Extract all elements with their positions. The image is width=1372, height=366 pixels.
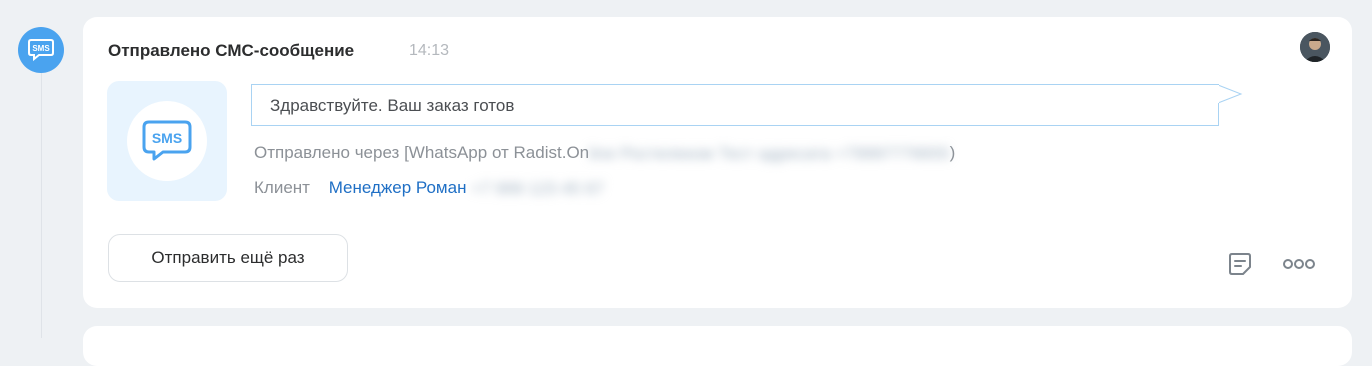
timeline-sms-icon: SMS [18, 27, 64, 73]
event-title: Отправлено СМС-сообщение [108, 41, 355, 60]
sent-via-prefix: Отправлено через [WhatsApp от Radist.On [254, 143, 590, 162]
next-event-card [83, 326, 1352, 366]
message-text: Здравствуйте. Ваш заказ готов [270, 96, 515, 115]
bubble-tail [1217, 84, 1243, 104]
sent-via-suffix: ) [949, 143, 956, 162]
client-link[interactable]: Менеджер Роман [329, 178, 467, 197]
client-row: Клиент Менеджер Роман +7 999 123 45 67 [254, 178, 604, 199]
message-bubble: Здравствуйте. Ваш заказ готов [251, 84, 1219, 126]
timeline-line [41, 70, 42, 338]
client-label: Клиент [254, 178, 310, 197]
more-horizontal-icon[interactable] [1279, 247, 1319, 281]
avatar[interactable] [1300, 32, 1330, 62]
client-phone-redacted: +7 999 123 45 67 [471, 178, 605, 198]
svg-text:SMS: SMS [32, 44, 50, 53]
event-time: 14:13 [409, 42, 450, 59]
sms-event-card: Отправлено СМС-сообщение 14:13 SMS Здрав… [83, 17, 1352, 308]
note-icon[interactable] [1223, 247, 1257, 281]
svg-text:SMS: SMS [152, 130, 182, 146]
resend-button[interactable]: Отправить ещё раз [108, 234, 348, 282]
sms-icon: SMS [107, 81, 227, 201]
sent-via: Отправлено через [WhatsApp от Radist.Onl… [254, 143, 955, 164]
sent-via-redacted: line Ростелеком Тест адресата +799977766… [589, 143, 950, 163]
